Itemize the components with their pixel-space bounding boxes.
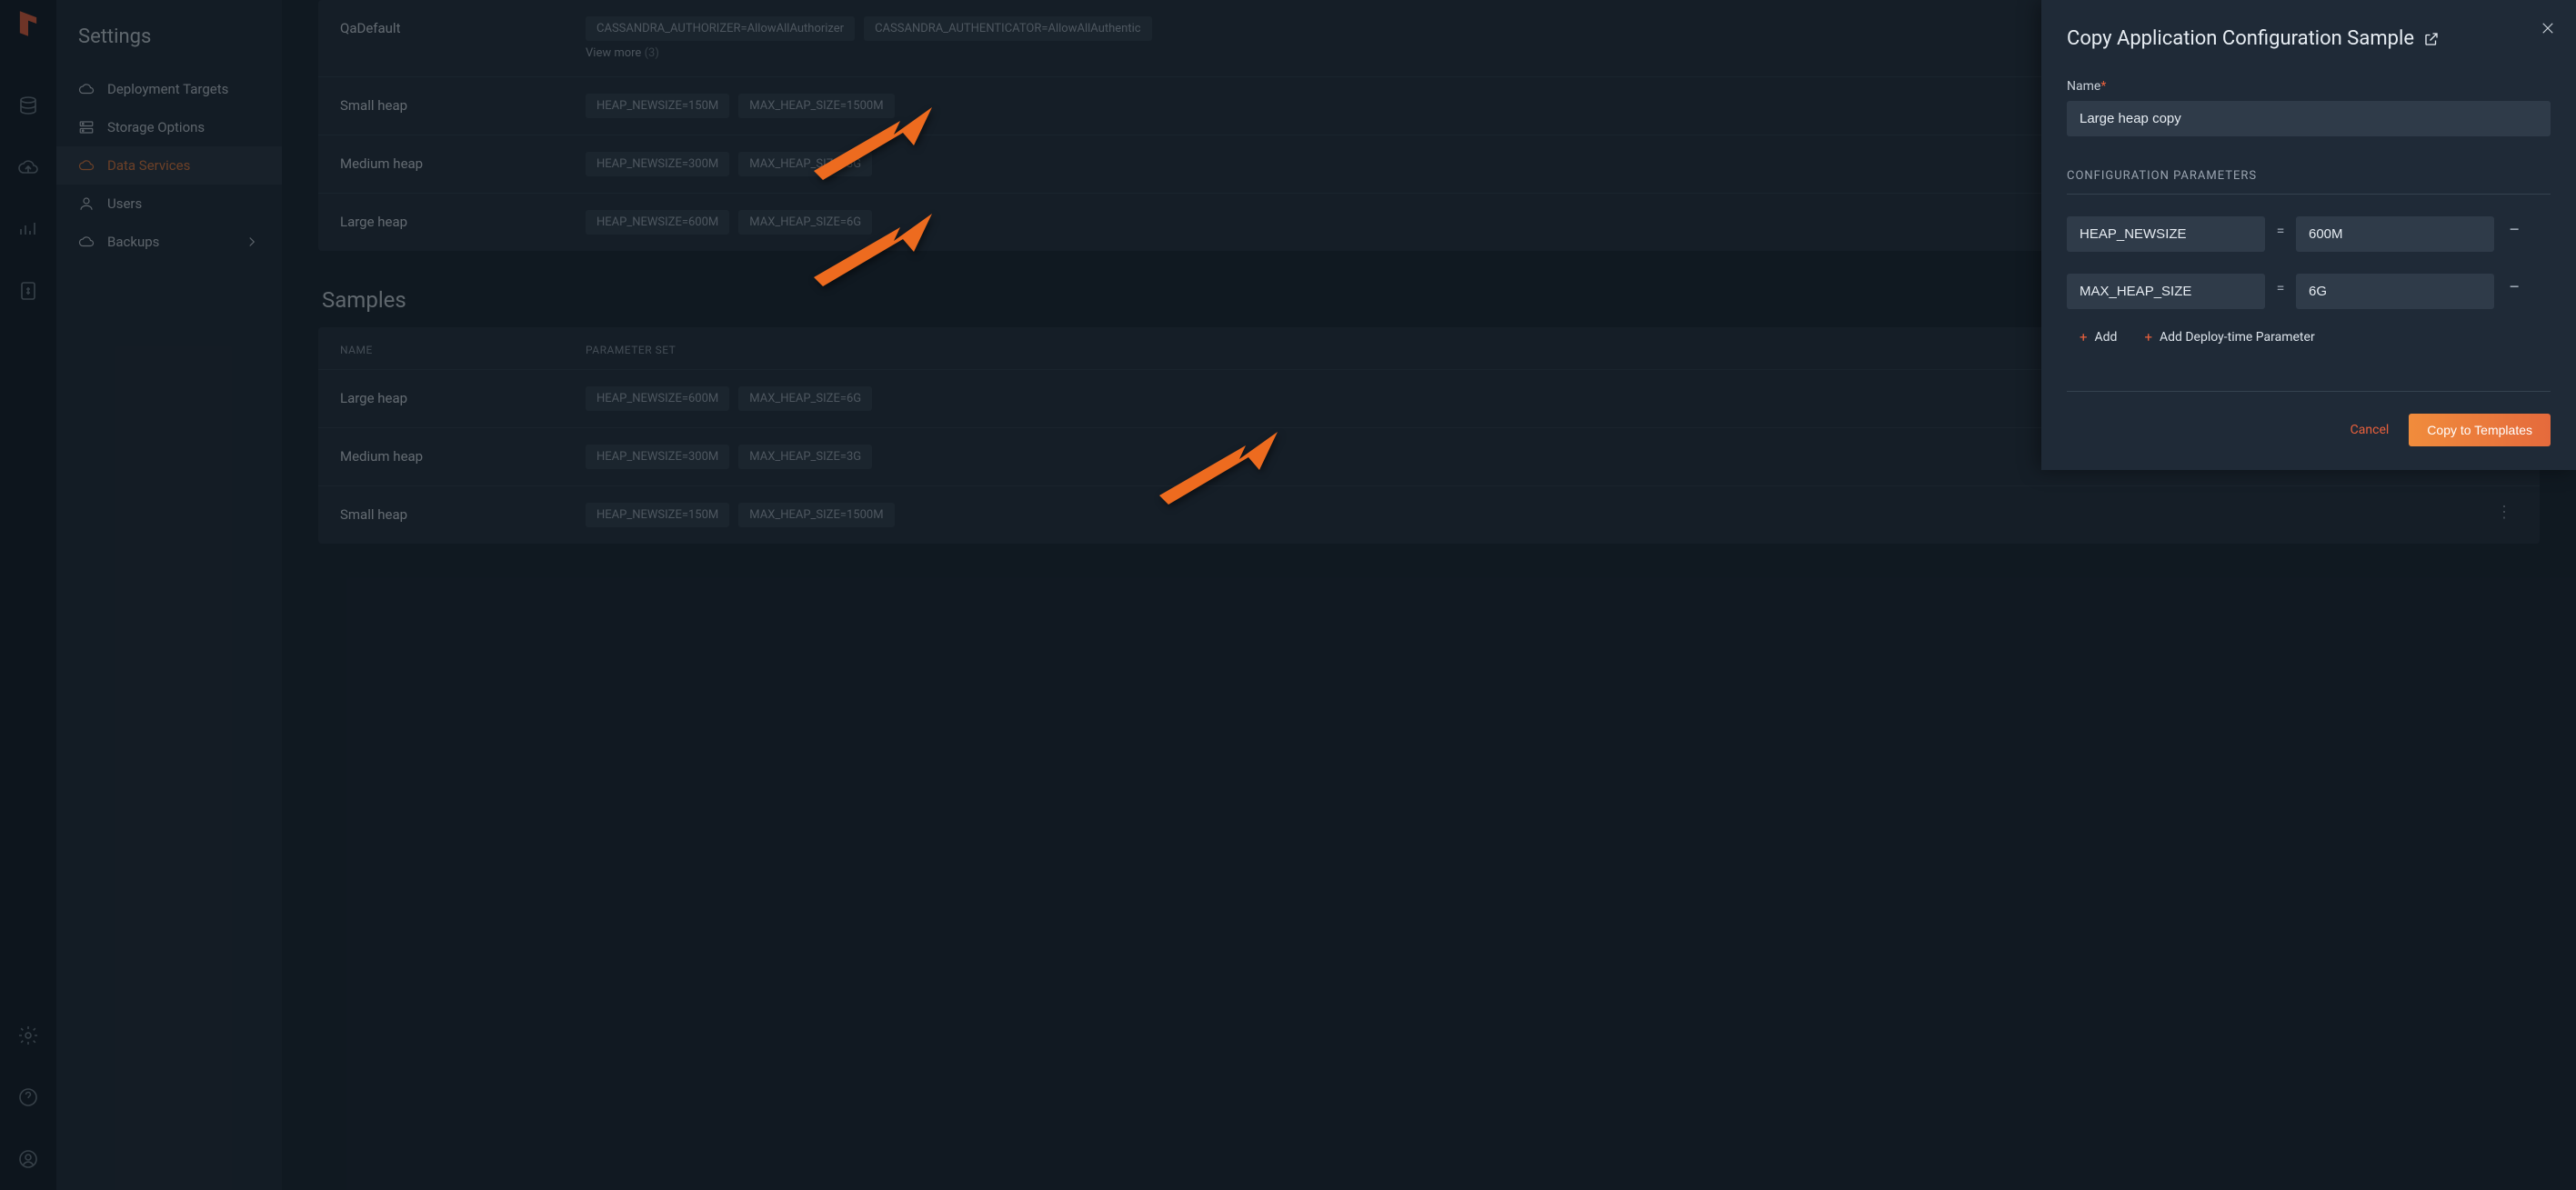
param-key-input[interactable] [2067, 274, 2265, 309]
param-row: = − [2067, 266, 2551, 309]
config-params-header: CONFIGURATION PARAMETERS [2067, 169, 2551, 195]
remove-param-button[interactable]: − [2505, 219, 2523, 242]
param-value-input[interactable] [2296, 274, 2494, 309]
copy-config-panel: Copy Application Configuration Sample Na… [2041, 0, 2576, 470]
remove-param-button[interactable]: − [2505, 276, 2523, 299]
param-value-input[interactable] [2296, 216, 2494, 252]
cancel-button[interactable]: Cancel [2350, 423, 2390, 437]
equals-sign: = [2276, 222, 2285, 239]
param-row: = − [2067, 209, 2551, 252]
add-param-button[interactable]: +Add [2080, 329, 2117, 345]
panel-title: Copy Application Configuration Sample [2067, 27, 2551, 50]
param-key-input[interactable] [2067, 216, 2265, 252]
name-input[interactable] [2067, 101, 2551, 136]
close-icon[interactable] [2540, 20, 2556, 36]
name-label: Name* [2067, 79, 2551, 94]
copy-to-templates-button[interactable]: Copy to Templates [2409, 414, 2551, 446]
add-deploy-param-button[interactable]: +Add Deploy-time Parameter [2144, 329, 2314, 345]
external-link-icon[interactable] [2423, 31, 2440, 47]
equals-sign: = [2276, 279, 2285, 296]
